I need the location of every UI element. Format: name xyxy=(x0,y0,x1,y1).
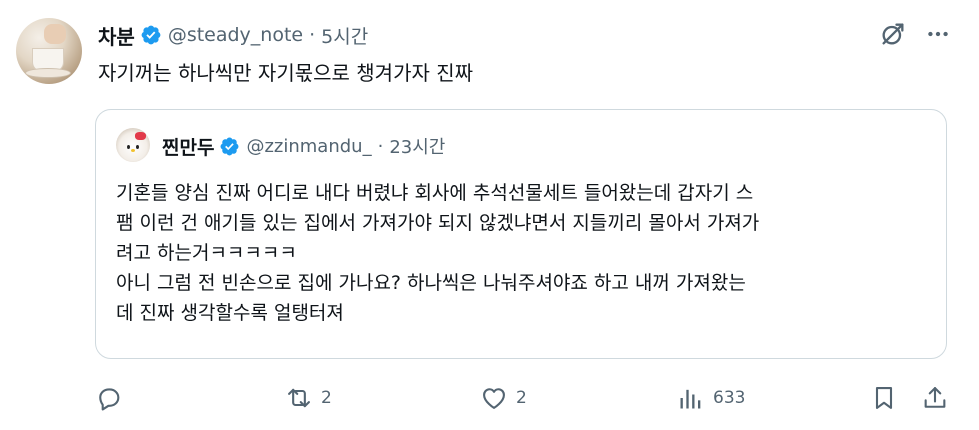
like-icon xyxy=(483,388,505,409)
bookmark-icon xyxy=(875,387,893,409)
like-count: 2 xyxy=(516,388,527,408)
tweet-timestamp[interactable]: 5시간 xyxy=(321,22,368,49)
avatar-bow-graphic xyxy=(135,132,146,140)
tweet-header: 차분 @steady_note · 5시간 xyxy=(98,20,368,50)
repost-button[interactable]: 2 xyxy=(285,380,332,416)
views-button[interactable]: 633 xyxy=(677,380,745,416)
bookmark-button[interactable] xyxy=(870,380,898,416)
verified-badge-icon xyxy=(219,136,240,157)
quoted-text-line: 아니 그럼 전 빈손으로 집에 가나요? 하나씩은 나눠주셔야죠 하고 내꺼 가… xyxy=(116,272,746,294)
views-icon xyxy=(680,389,701,409)
more-icon[interactable] xyxy=(925,21,951,47)
header-separator: · xyxy=(309,24,316,46)
avatar-nose-graphic xyxy=(131,149,135,152)
quoted-author-name[interactable]: 찐만두 xyxy=(162,133,214,160)
views-count: 633 xyxy=(713,388,746,408)
tweet-text: 자기꺼는 하나씩만 자기몫으로 챙겨가자 진짜 xyxy=(98,61,474,85)
avatar-eye-graphic xyxy=(136,145,139,149)
like-button[interactable]: 2 xyxy=(480,380,527,416)
author-name[interactable]: 차분 xyxy=(98,21,135,50)
tweet-action-bar: 2 2 633 xyxy=(95,380,955,416)
avatar-hand-graphic xyxy=(44,24,66,44)
quoted-tweet-timestamp: 23시간 xyxy=(389,137,446,158)
quoted-tweet-header: 찐만두 @zzinmandu_ · 23시간 xyxy=(162,132,445,160)
quoted-text-line: 기혼들 양심 진짜 어디로 내다 버렸냐 회사에 추석선물세트 들어왔는데 갑자… xyxy=(116,182,754,204)
quoted-text-line: 데 진짜 생각할수록 얼탱터져 xyxy=(116,302,344,324)
author-avatar[interactable] xyxy=(16,18,82,84)
quoted-text-line: 려고 하는거ㅋㅋㅋㅋㅋ xyxy=(116,242,297,264)
quoted-header-separator: · xyxy=(377,135,384,157)
share-icon xyxy=(924,387,946,408)
top-right-actions xyxy=(879,20,951,48)
repost-count: 2 xyxy=(321,388,332,408)
grok-icon[interactable] xyxy=(879,20,907,48)
avatar-eye-graphic xyxy=(127,145,130,149)
quoted-text-line: 팸 이런 건 애기들 있는 집에서 가져가야 되지 않겠냐면서 지들끼리 몰아서… xyxy=(116,212,760,234)
author-handle[interactable]: @steady_note xyxy=(168,24,303,46)
repost-icon xyxy=(288,388,310,408)
quoted-author-avatar[interactable] xyxy=(116,128,150,162)
quoted-tweet-card[interactable]: 찐만두 @zzinmandu_ · 23시간 기혼들 양심 진짜 어디로 내다 … xyxy=(95,109,947,359)
quoted-author-handle: @zzinmandu_ xyxy=(246,135,372,157)
verified-badge-icon xyxy=(140,24,162,46)
reply-icon xyxy=(99,388,120,411)
avatar-saucer-graphic xyxy=(25,68,71,78)
quoted-tweet-text: 기혼들 양심 진짜 어디로 내다 버렸냐 회사에 추석선물세트 들어왔는데 갑자… xyxy=(116,178,936,328)
share-button[interactable] xyxy=(921,380,949,416)
reply-button[interactable] xyxy=(95,380,131,416)
